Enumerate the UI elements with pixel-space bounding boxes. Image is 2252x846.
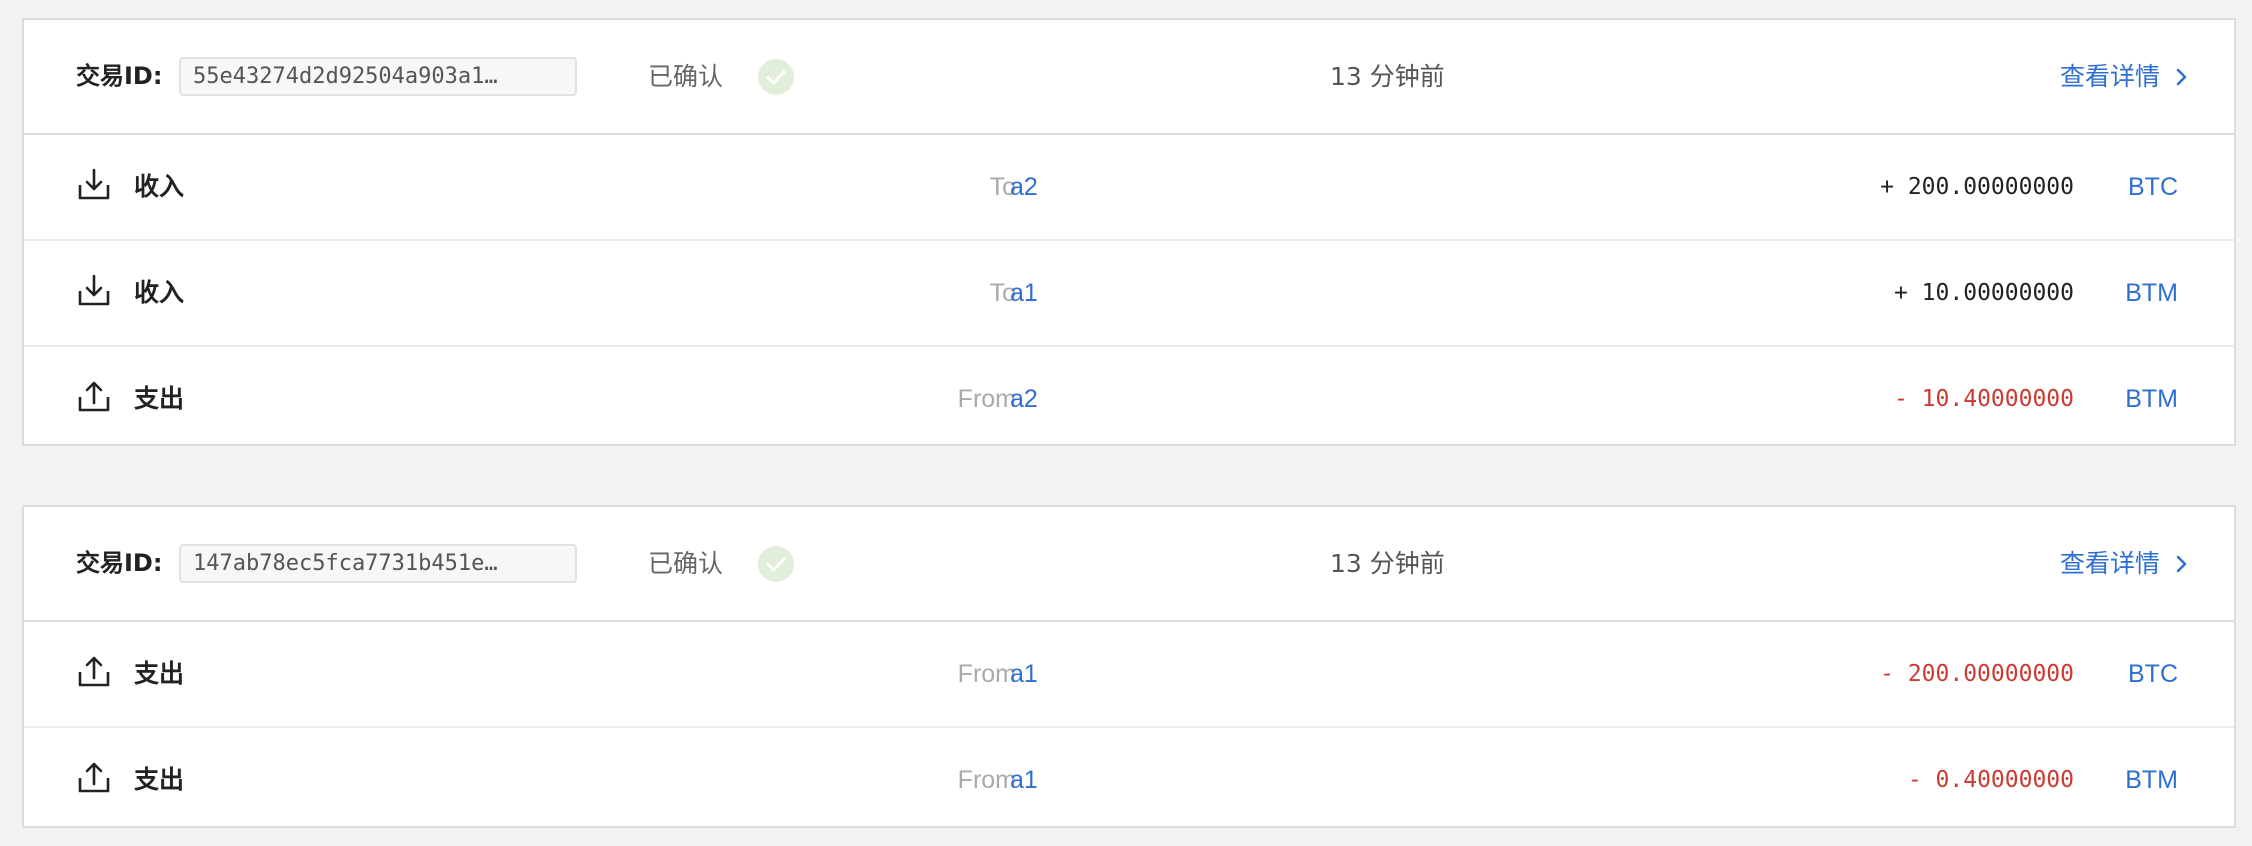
row-direction: From (957, 385, 1016, 413)
transaction-header: 交易ID: 55e43274d2d92504a903a1… 已确认 13 分钟前… (24, 20, 2234, 135)
transaction-row: 支出 From a1 - 200.00000000 BTC (24, 622, 2234, 728)
upload-icon (78, 656, 110, 687)
transaction-id-field[interactable]: 55e43274d2d92504a903a1… (179, 57, 577, 96)
chevron-right-icon (2176, 555, 2187, 572)
row-account-link[interactable]: a2 (1010, 135, 1038, 239)
transaction-card: 交易ID: 55e43274d2d92504a903a1… 已确认 13 分钟前… (22, 18, 2236, 446)
row-amount: + 10.00000000 (1893, 280, 2074, 306)
view-details-label: 查看详情 (2059, 549, 2160, 578)
row-type-label: 支出 (134, 659, 185, 688)
row-direction: From (957, 766, 1016, 794)
status-text: 已确认 (648, 549, 724, 578)
view-details-label: 查看详情 (2059, 62, 2160, 91)
row-account-link[interactable]: a1 (1010, 622, 1038, 726)
row-type-label: 收入 (134, 278, 185, 307)
check-circle-icon (758, 59, 794, 95)
row-asset-unit[interactable]: BTC (2128, 135, 2178, 239)
row-type-label: 支出 (134, 384, 185, 413)
transaction-header: 交易ID: 147ab78ec5fca7731b451e… 已确认 13 分钟前… (24, 507, 2234, 622)
transaction-row: 收入 To a2 + 200.00000000 BTC (24, 135, 2234, 241)
row-asset-unit[interactable]: BTM (2125, 728, 2178, 832)
row-amount: - 200.00000000 (1880, 661, 2074, 687)
transaction-time: 13 分钟前 (1330, 62, 1445, 91)
download-icon (78, 274, 110, 306)
upload-icon (78, 762, 110, 793)
chevron-right-icon (2176, 68, 2187, 85)
view-details-link[interactable]: 查看详情 (2060, 507, 2190, 620)
row-direction: From (957, 660, 1016, 688)
row-asset-unit[interactable]: BTM (2125, 347, 2178, 451)
check-circle-icon (758, 546, 794, 582)
upload-icon (78, 381, 110, 412)
transaction-id-field[interactable]: 147ab78ec5fca7731b451e… (179, 544, 577, 583)
transaction-list: 交易ID: 55e43274d2d92504a903a1… 已确认 13 分钟前… (0, 0, 2252, 846)
transaction-row: 支出 From a2 - 10.40000000 BTM (24, 347, 2234, 451)
transaction-id-label: 交易ID: (76, 549, 163, 577)
view-details-link[interactable]: 查看详情 (2060, 20, 2190, 133)
row-type-label: 支出 (134, 765, 185, 794)
row-amount: - 0.40000000 (1907, 767, 2074, 793)
row-account-link[interactable]: a2 (1010, 347, 1038, 451)
transaction-row: 支出 From a1 - 0.40000000 BTM (24, 728, 2234, 832)
transaction-card: 交易ID: 147ab78ec5fca7731b451e… 已确认 13 分钟前… (22, 505, 2236, 828)
row-account-link[interactable]: a1 (1010, 728, 1038, 832)
row-amount: - 10.40000000 (1893, 386, 2074, 412)
download-icon (78, 168, 110, 200)
transaction-row: 收入 To a1 + 10.00000000 BTM (24, 241, 2234, 347)
status-text: 已确认 (648, 62, 724, 91)
row-asset-unit[interactable]: BTC (2128, 622, 2178, 726)
row-amount: + 200.00000000 (1880, 174, 2074, 200)
transaction-id-label: 交易ID: (76, 62, 163, 90)
transaction-time: 13 分钟前 (1330, 549, 1445, 578)
row-account-link[interactable]: a1 (1010, 241, 1038, 345)
row-type-label: 收入 (134, 172, 185, 201)
row-asset-unit[interactable]: BTM (2125, 241, 2178, 345)
